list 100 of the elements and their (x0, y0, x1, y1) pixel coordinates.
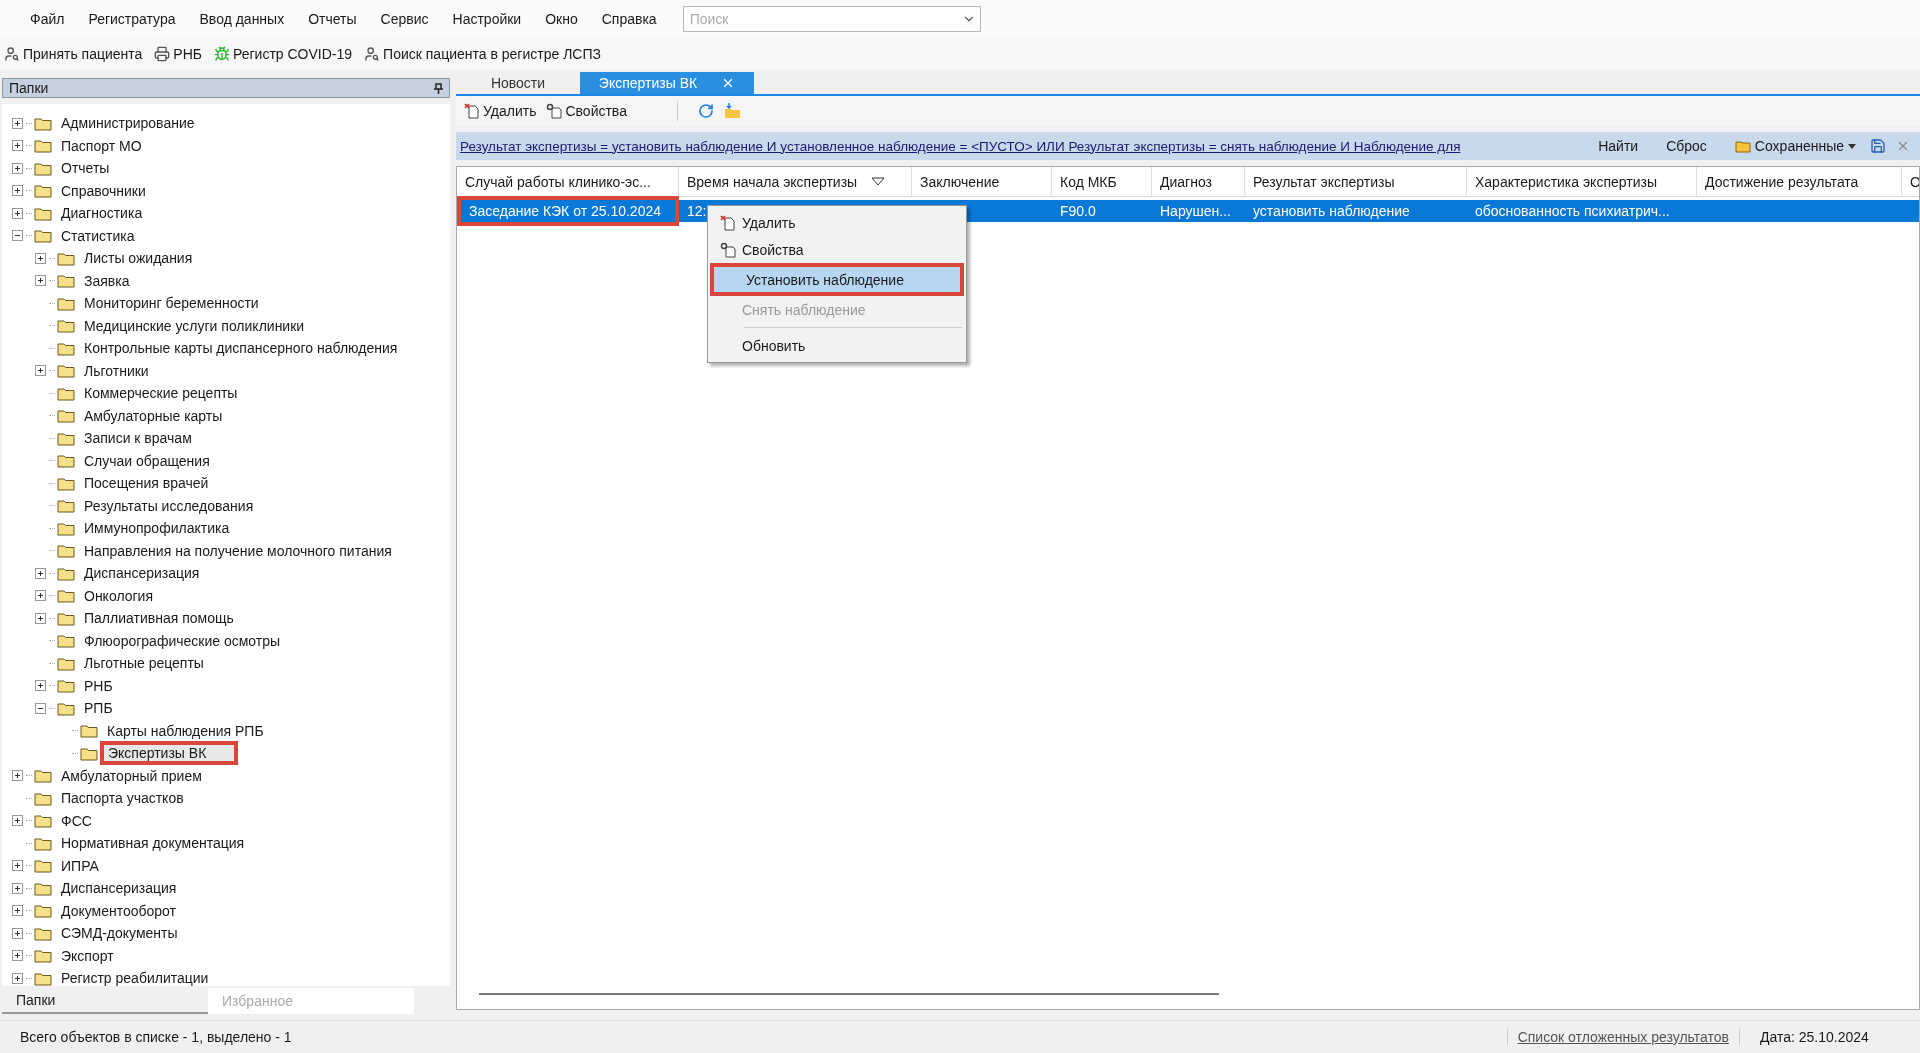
collapse-icon[interactable] (12, 230, 23, 242)
column-header[interactable]: Результат экспертизы (1245, 167, 1467, 197)
toolbar-button[interactable]: Свойства (546, 103, 627, 119)
menu-item[interactable]: Файл (18, 11, 77, 27)
toolbar-button[interactable]: Регистр COVID-19 (214, 46, 353, 62)
tree-item[interactable]: Флюорографические осмотры (81, 631, 284, 650)
menu-item[interactable]: Ввод данных (187, 11, 297, 27)
menu-item[interactable]: Отчеты (296, 11, 369, 27)
expand-icon[interactable] (12, 140, 23, 152)
menu-item[interactable]: Установить наблюдение (710, 263, 964, 296)
tree-item[interactable]: Справочники (58, 181, 149, 200)
tree-item[interactable]: Паспорта участков (58, 789, 187, 808)
column-header[interactable]: Код МКБ (1052, 167, 1152, 197)
tree-item[interactable]: Паспорт МО (58, 136, 145, 155)
column-header[interactable]: Характеристика экспертизы (1467, 167, 1697, 197)
column-header[interactable]: Заключение (912, 167, 1052, 197)
tree-item[interactable]: Экспорт (58, 946, 117, 965)
deferred-results-link[interactable]: Список отложенных результатов (1506, 1029, 1740, 1045)
expand-icon[interactable] (12, 815, 23, 827)
tree-item[interactable]: Контрольные карты диспансерного наблюдения (81, 339, 401, 358)
tree-item[interactable]: Результаты исследования (81, 496, 257, 515)
column-header[interactable]: Случай работы клинико-эс... (457, 167, 679, 197)
expand-icon[interactable] (35, 365, 46, 377)
tree-item[interactable]: Медицинские услуги поликлиники (81, 316, 308, 335)
menu-item[interactable]: Удалить (710, 209, 964, 236)
tree-item[interactable]: Амбулаторные карты (81, 406, 226, 425)
toolbar-button[interactable]: РНБ (154, 46, 202, 62)
menu-item[interactable]: Свойства (710, 236, 964, 263)
tree-item[interactable]: Паллиативная помощь (81, 609, 237, 628)
tree-item[interactable]: Посещения врачей (81, 474, 212, 493)
expand-icon[interactable] (12, 185, 23, 197)
find-button[interactable]: Найти (1584, 138, 1653, 154)
folder-icon (57, 498, 75, 514)
tree-item[interactable]: Заявка (81, 271, 133, 290)
expand-icon[interactable] (35, 252, 46, 264)
tree-item[interactable]: Иммунопрофилактика (81, 519, 233, 538)
tree-item[interactable]: Диспансеризация (81, 564, 203, 583)
expand-icon[interactable] (12, 770, 23, 782)
tree-item[interactable]: Случаи обращения (81, 451, 213, 470)
tree-item[interactable]: ИПРА (58, 856, 102, 875)
collapse-icon[interactable] (35, 702, 46, 714)
tree-item[interactable]: СЭМД-документы (58, 924, 181, 943)
tree-item[interactable]: Отчеты (58, 159, 113, 178)
saved-filters-button[interactable]: Сохраненные (1720, 138, 1870, 154)
expand-icon[interactable] (12, 860, 23, 872)
expand-icon[interactable] (35, 680, 46, 692)
expand-icon[interactable] (12, 207, 23, 219)
menu-item[interactable]: Настройки (440, 11, 534, 27)
tree-item[interactable]: РНБ (81, 676, 116, 695)
column-header[interactable]: Достижение результата (1697, 167, 1902, 197)
tree-item[interactable]: Экспертизы ВК (100, 741, 239, 766)
expand-icon[interactable] (35, 567, 46, 579)
tree-item[interactable]: Документооборот (58, 901, 179, 920)
toolbar-button[interactable]: Поиск пациента в регистре ЛСПЗ (364, 46, 601, 62)
tree-item[interactable]: Карты наблюдения РПБ (104, 721, 267, 740)
menu-item[interactable]: Сервис (368, 11, 441, 27)
search-field[interactable]: Поиск (682, 6, 981, 32)
tree-item[interactable]: Администрирование (58, 114, 198, 133)
toolbar-button[interactable]: Удалить (464, 103, 537, 119)
menu-item[interactable]: Окно (533, 11, 590, 27)
tree-item[interactable]: Регистр реабилитации (58, 969, 212, 986)
expand-icon[interactable] (12, 950, 23, 962)
tree-item[interactable]: ФСС (58, 811, 95, 830)
tree-item[interactable]: Онкология (81, 586, 156, 605)
tree-item[interactable]: Нормативная документация (58, 834, 248, 853)
save-icon[interactable] (1870, 138, 1886, 154)
folder-arrow-icon[interactable] (723, 103, 742, 119)
expand-icon[interactable] (12, 117, 23, 129)
tree-item[interactable]: Коммерческие рецепты (81, 384, 241, 403)
menu-item[interactable]: Справка (589, 11, 669, 27)
tree-item[interactable]: Статистика (58, 226, 138, 245)
tree-item[interactable]: Амбулаторный прием (58, 766, 205, 785)
tree-item[interactable]: Льготные рецепты (81, 654, 207, 673)
menu-item[interactable]: Обновить (710, 332, 964, 359)
menu-item[interactable]: Регистратура (76, 11, 188, 27)
expand-icon[interactable] (35, 612, 46, 624)
tree-item[interactable]: Диагностика (58, 204, 146, 223)
tree-item[interactable]: Льготники (81, 361, 152, 380)
reset-button[interactable]: Сброс (1652, 138, 1721, 154)
expand-icon[interactable] (12, 905, 23, 917)
filter-link[interactable]: Результат экспертизы = установить наблюдение И установленное наблюдение = <ПУСТО> ИЛИ Результат экспертизы = снять наблюдение И Наблюдение для (460, 138, 1585, 154)
expand-icon[interactable] (12, 162, 23, 174)
refresh-icon[interactable] (697, 103, 714, 119)
expand-icon[interactable] (35, 275, 46, 287)
tree-item[interactable]: Мониторинг беременности (81, 294, 262, 313)
expand-icon[interactable] (12, 972, 23, 984)
column-header[interactable]: Диагноз (1152, 167, 1245, 197)
search-input[interactable]: Поиск (687, 10, 938, 28)
tree-item[interactable]: Листы ожидания (81, 249, 196, 268)
toolbar-button[interactable]: Принять пациента (4, 46, 143, 62)
tree-item[interactable]: Диспансеризация (58, 879, 180, 898)
tree-item[interactable]: Направления на получение молочного питания (81, 541, 395, 560)
column-header[interactable]: Время начала экспертизы (679, 167, 912, 197)
expand-icon[interactable] (35, 590, 46, 602)
tree-item[interactable]: РПБ (81, 699, 116, 718)
expand-icon[interactable] (12, 927, 23, 939)
scrollbar[interactable] (479, 993, 1219, 995)
pin-icon[interactable] (434, 82, 443, 94)
tree-item[interactable]: Записи к врачам (81, 429, 195, 448)
expand-icon[interactable] (12, 882, 23, 894)
